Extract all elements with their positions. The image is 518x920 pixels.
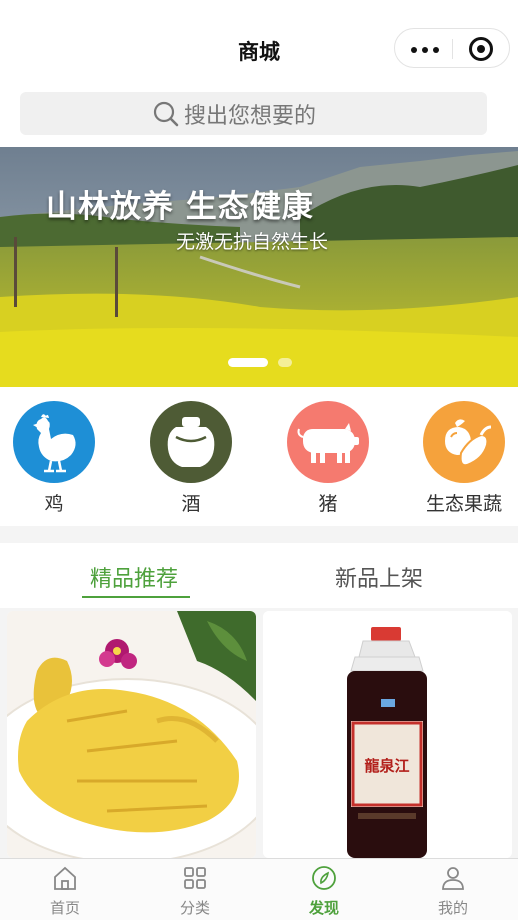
promo-banner[interactable]: 山林放养 生态健康 无激无抗自然生长: [0, 147, 518, 387]
product-card[interactable]: 龍泉江: [263, 611, 512, 858]
category-label: 猪: [318, 493, 338, 515]
mini-program-capsule: [394, 28, 510, 68]
search-icon: [153, 101, 179, 127]
category-label: 生态果蔬: [425, 493, 502, 515]
tab-label: 分类: [179, 899, 210, 917]
close-mini-program-icon[interactable]: [469, 37, 493, 61]
tab-discover[interactable]: 发现: [279, 865, 369, 918]
carousel-indicator-active: [228, 358, 268, 367]
product-grid: 龍泉江: [0, 608, 518, 858]
search-section: 搜出您想要的: [0, 72, 518, 147]
chicken-dish-image: [7, 611, 256, 858]
navigation-bar: 商城: [0, 28, 518, 72]
tab-new-arrivals[interactable]: 新品上架: [335, 561, 423, 593]
category-pig[interactable]: 猪: [280, 401, 376, 516]
carousel-indicator: [278, 358, 292, 367]
tab-profile[interactable]: 我的: [408, 865, 498, 918]
status-bar: [0, 0, 518, 28]
tab-featured[interactable]: 精品推荐: [90, 561, 178, 593]
tab-category[interactable]: 分类: [150, 865, 240, 918]
compass-icon: [312, 866, 336, 890]
category-vegetables[interactable]: 生态果蔬: [416, 401, 512, 516]
tab-label: 首页: [49, 899, 80, 917]
vegetables-icon: [445, 419, 492, 467]
more-options-icon[interactable]: [411, 47, 439, 53]
capsule-divider: [452, 39, 453, 59]
tab-home[interactable]: 首页: [20, 865, 110, 918]
banner-subtitle: 无激无抗自然生长: [176, 231, 329, 253]
bottle-label: 龍泉江: [364, 757, 409, 775]
user-icon: [442, 867, 464, 890]
category-row: 鸡 酒 猪 生态果蔬: [0, 387, 518, 526]
category-chicken[interactable]: 鸡: [6, 401, 102, 516]
tab-label: 发现: [308, 899, 339, 917]
bottom-tab-bar: 首页 分类 发现 我的: [0, 858, 518, 920]
category-wine[interactable]: 酒: [143, 401, 239, 516]
active-tab-indicator: [82, 596, 190, 598]
liquor-bottle-image: 龍泉江: [263, 611, 512, 858]
product-card[interactable]: [7, 611, 256, 858]
grid-icon: [184, 867, 206, 889]
search-input[interactable]: 搜出您想要的: [20, 92, 487, 135]
tab-label: 我的: [437, 899, 468, 917]
home-icon: [54, 866, 76, 890]
chicken-icon: [33, 414, 76, 473]
banner-title: 山林放养 生态健康: [46, 189, 314, 225]
wine-jar-icon: [167, 417, 215, 467]
pig-icon: [297, 423, 359, 463]
product-tabs: 精品推荐 新品上架: [0, 543, 518, 608]
category-label: 酒: [181, 493, 201, 515]
category-label: 鸡: [44, 493, 64, 515]
search-placeholder: 搜出您想要的: [184, 104, 317, 129]
